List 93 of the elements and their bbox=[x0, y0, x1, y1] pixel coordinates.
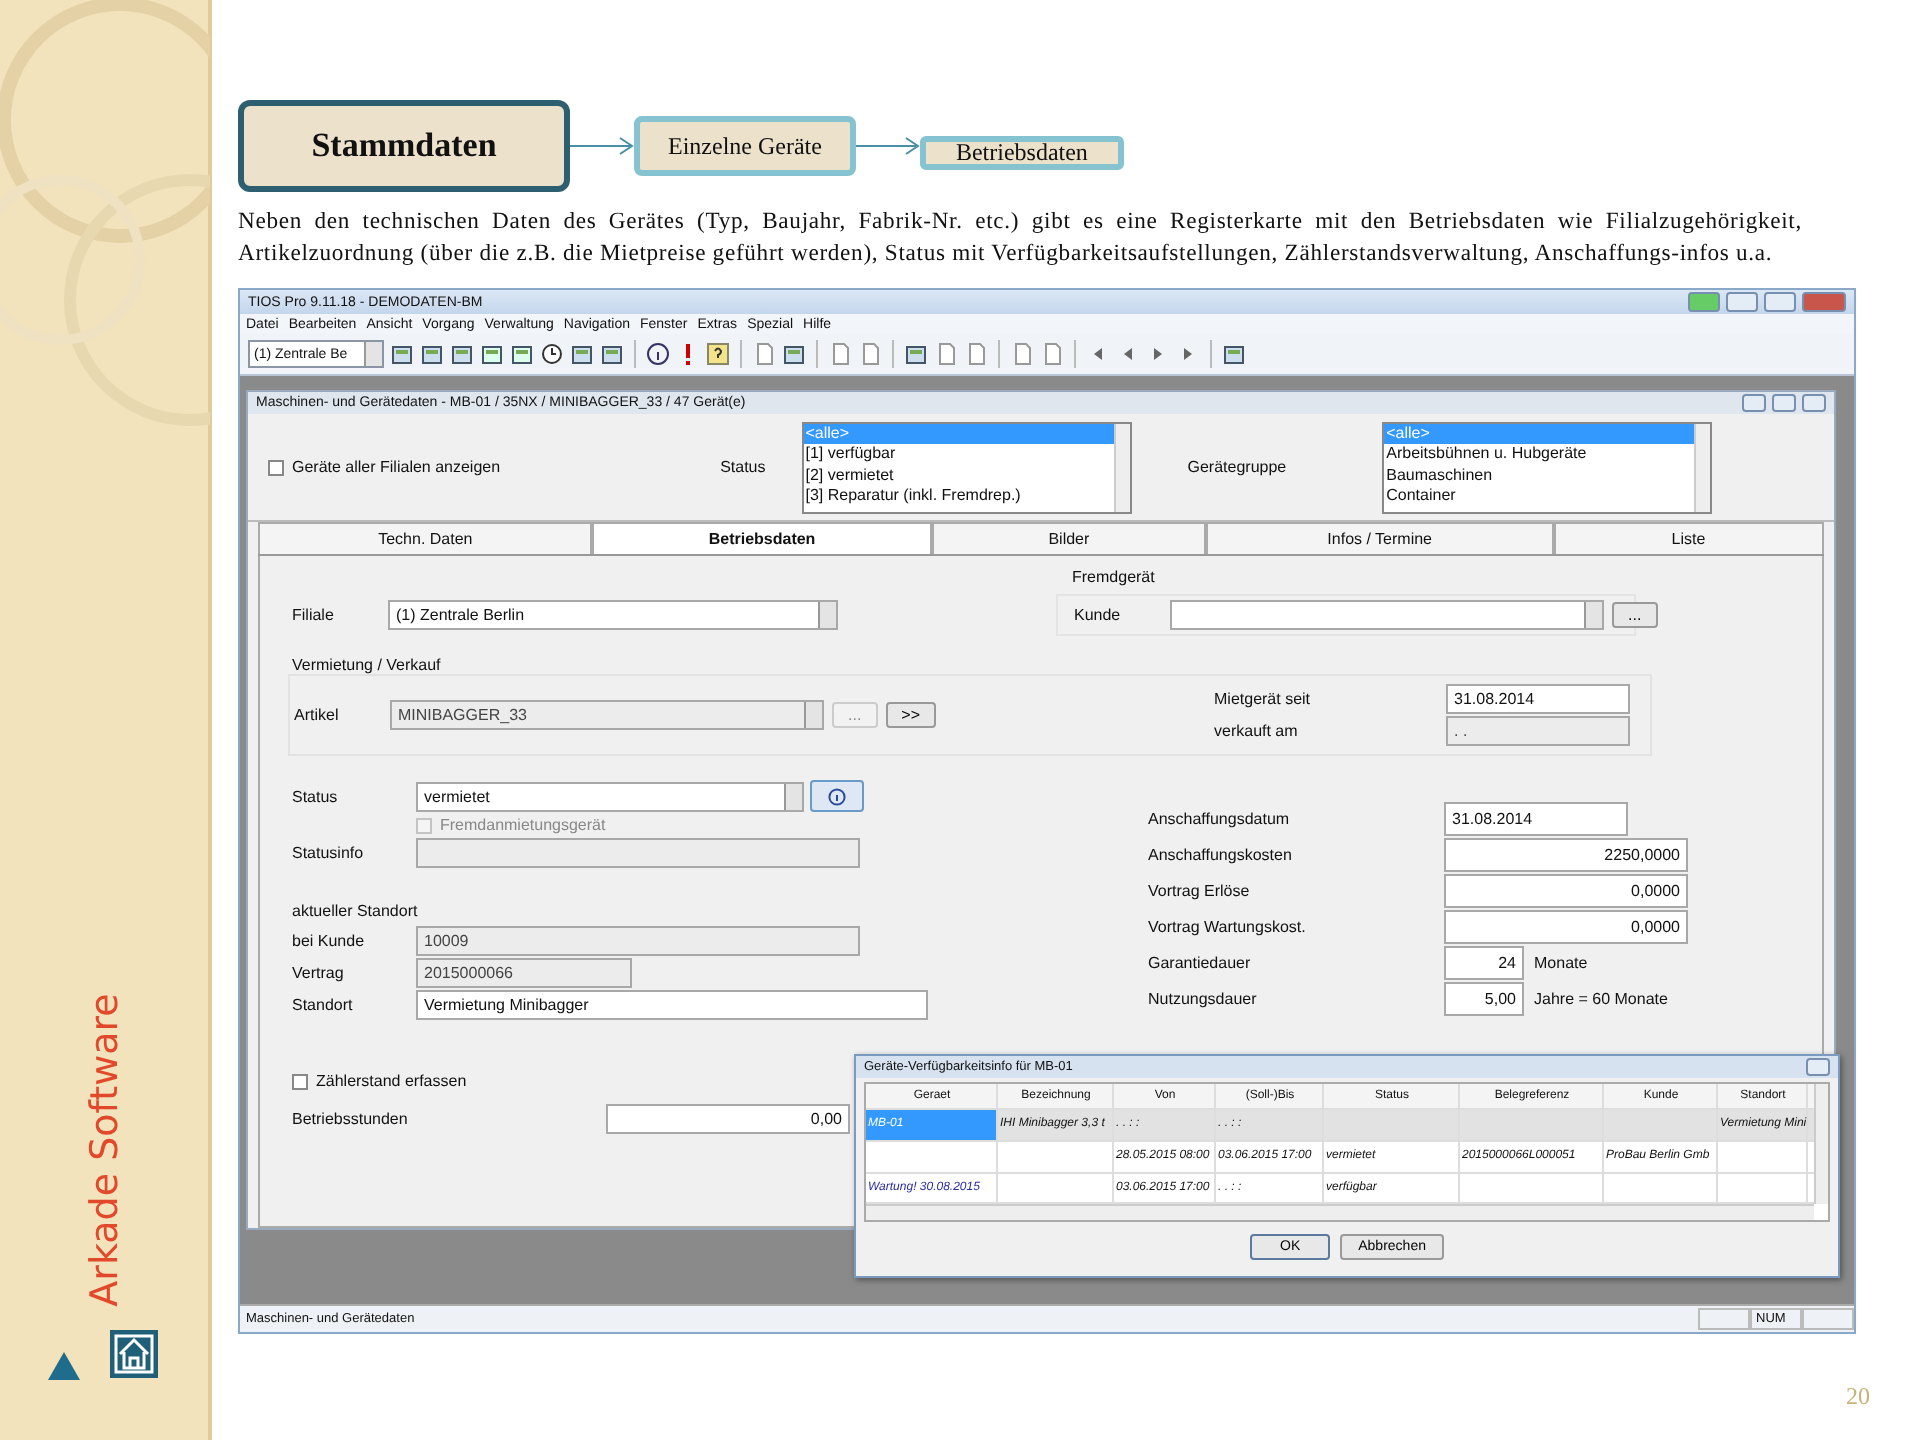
status-select[interactable]: vermietet bbox=[416, 781, 804, 812]
date-field[interactable]: . . bbox=[1446, 716, 1630, 747]
field-label: Vortrag Erlöse bbox=[1148, 881, 1252, 900]
minimize-button[interactable] bbox=[1726, 292, 1758, 313]
status-info-field[interactable] bbox=[416, 838, 860, 869]
close-button[interactable] bbox=[1802, 394, 1826, 413]
text-field[interactable]: 0,0000 bbox=[1444, 873, 1688, 908]
field-label: Mietgerät seit bbox=[1214, 690, 1310, 709]
flow-step: Betriebsdaten bbox=[919, 135, 1124, 169]
arrow-icon bbox=[570, 136, 634, 156]
tab[interactable]: Techn. Daten bbox=[258, 522, 593, 555]
text-field[interactable]: Vermietung Minibagger bbox=[416, 990, 928, 1021]
scrollbar[interactable] bbox=[866, 1204, 1814, 1221]
description-text: Neben den technischen Daten des Gerätes (Typ, Baujahr, Fabrik-Nr. etc.) gibt es eine Registerkarte mit den Betriebsdaten wie Filialzugehörigkeit, Artikelzuordnung (über die z.B. die Mietpreise geführt werden), Status mit Verfügbarkeitsaufstellungen, Zählerstandsverwaltung, Anschaffungs-infos u.a. bbox=[238, 206, 1802, 269]
maximize-button[interactable] bbox=[1772, 394, 1796, 413]
page-icon[interactable] bbox=[828, 342, 852, 367]
checkbox-label: Geräte aller Filialen anzeigen bbox=[292, 458, 501, 477]
text-field[interactable]: 2250,0000 bbox=[1444, 837, 1688, 872]
customer-select[interactable] bbox=[1170, 600, 1604, 631]
close-button[interactable] bbox=[1802, 292, 1846, 313]
status-icon[interactable] bbox=[1688, 292, 1720, 313]
tab[interactable]: Bilder bbox=[931, 522, 1207, 555]
list-item[interactable]: Baumaschinen bbox=[1384, 465, 1695, 487]
field-label: verkauft am bbox=[1214, 722, 1300, 741]
group-title: aktueller Standort bbox=[292, 902, 420, 921]
info-button[interactable] bbox=[810, 780, 864, 813]
arrow-icon bbox=[855, 136, 920, 156]
group-title: Fremdgerät bbox=[1072, 568, 1157, 587]
minimize-button[interactable] bbox=[1742, 394, 1766, 413]
status-label: Status bbox=[720, 458, 766, 477]
tab[interactable]: Liste bbox=[1553, 522, 1824, 555]
branch-select[interactable]: (1) Zentrale Berlin bbox=[388, 599, 838, 630]
close-button[interactable] bbox=[1806, 1058, 1830, 1077]
article-select[interactable]: MINIBAGGER_33 bbox=[390, 700, 824, 731]
field-label: Vortrag Wartungskost. bbox=[1148, 917, 1308, 936]
field-label: Status bbox=[292, 787, 340, 806]
unit-label: Monate bbox=[1534, 953, 1588, 972]
list-item[interactable]: Container bbox=[1384, 486, 1695, 508]
home-icon[interactable] bbox=[108, 1328, 160, 1380]
browse-button[interactable]: ... bbox=[1612, 602, 1658, 629]
page-icon[interactable] bbox=[1010, 342, 1034, 367]
help-icon[interactable] bbox=[706, 342, 730, 367]
field-label: Betriebsstunden bbox=[292, 1110, 410, 1129]
page-icon[interactable] bbox=[1040, 342, 1064, 367]
list-item[interactable]: [1] verfügbar bbox=[803, 444, 1114, 466]
list-item[interactable]: Arbeitsbühnen u. Hubgeräte bbox=[1384, 444, 1695, 466]
field-label: Standort bbox=[292, 996, 355, 1015]
page-number: 20 bbox=[1846, 1382, 1870, 1412]
group-listbox[interactable]: <alle> Arbeitsbühnen u. Hubgeräte Baumaschinen Container bbox=[1382, 421, 1713, 514]
text-field[interactable]: 24 bbox=[1444, 945, 1524, 980]
field-label: bei Kunde bbox=[292, 932, 367, 951]
field-label: Kunde bbox=[1074, 606, 1123, 625]
field-label: Artikel bbox=[294, 706, 341, 725]
tab[interactable]: Betriebsdaten bbox=[592, 522, 932, 555]
info-icon[interactable] bbox=[646, 342, 670, 367]
field-label: Nutzungsdauer bbox=[1148, 989, 1259, 1008]
text-field[interactable]: 2015000066 bbox=[416, 958, 632, 989]
field-label: Vertrag bbox=[292, 964, 346, 983]
text-field[interactable]: 10009 bbox=[416, 926, 860, 957]
triangle-icon[interactable] bbox=[48, 1352, 80, 1380]
text-field[interactable]: 31.08.2014 bbox=[1444, 801, 1628, 836]
field-label: Garantiedauer bbox=[1148, 953, 1253, 972]
info-icon bbox=[828, 787, 846, 806]
tab[interactable]: Infos / Termine bbox=[1206, 522, 1553, 555]
field-label: Statusinfo bbox=[292, 844, 366, 863]
maximize-button[interactable] bbox=[1764, 292, 1796, 313]
flow-step: Einzelne Geräte bbox=[634, 116, 856, 176]
group-label: Gerätegruppe bbox=[1187, 458, 1287, 477]
group-title: Vermietung / Verkauf bbox=[292, 656, 443, 675]
status-pane bbox=[1802, 1308, 1854, 1331]
brand-text: Arkade Software bbox=[82, 993, 126, 1307]
checkbox[interactable] bbox=[268, 459, 284, 476]
date-field[interactable]: 31.08.2014 bbox=[1446, 684, 1630, 715]
list-item[interactable]: [2] vermietet bbox=[803, 465, 1114, 487]
checkbox[interactable] bbox=[292, 1073, 308, 1090]
forward-button[interactable]: >> bbox=[885, 702, 937, 729]
field-label: Filiale bbox=[292, 605, 336, 624]
field-label: Anschaffungsdatum bbox=[1148, 809, 1292, 828]
checkbox-label: Fremdanmietungsgerät bbox=[440, 816, 606, 835]
clock-icon[interactable] bbox=[540, 342, 564, 367]
flow-step: Stammdaten bbox=[238, 100, 570, 192]
status-pane bbox=[1698, 1308, 1750, 1331]
status-listbox[interactable]: <alle> [1] verfügbar [2] vermietet [3] Reparatur (inkl. Fremdrep.) bbox=[801, 421, 1132, 514]
text-field[interactable]: 5,00 bbox=[1444, 981, 1524, 1016]
hours-field[interactable]: 0,00 bbox=[606, 1104, 850, 1135]
page-icon[interactable] bbox=[964, 342, 988, 367]
text-field[interactable]: 0,0000 bbox=[1444, 909, 1688, 944]
page-icon[interactable] bbox=[858, 342, 882, 367]
checkbox-label: Zählerstand erfassen bbox=[316, 1072, 467, 1091]
scrollbar[interactable] bbox=[1814, 1084, 1828, 1205]
unit-label: Jahre = 60 Monate bbox=[1534, 989, 1668, 1008]
list-item[interactable]: [3] Reparatur (inkl. Fremdrep.) bbox=[803, 486, 1114, 508]
field-label: Anschaffungskosten bbox=[1148, 845, 1294, 864]
